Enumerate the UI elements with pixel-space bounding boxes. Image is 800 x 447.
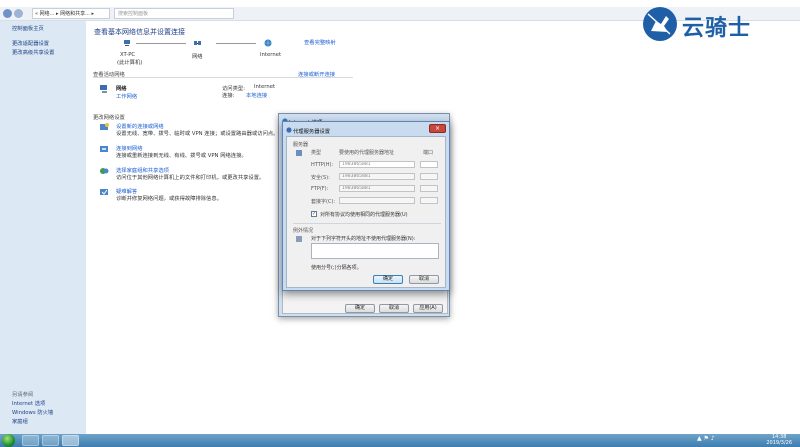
sidebar: 控制面板主页 更改适配器设置 更改高级共享设置 另请参阅 Internet 选项… [0,21,86,434]
internet-apply-button[interactable]: 应用(A) [413,304,443,313]
tray-volume-icon[interactable]: ♪ [711,435,715,442]
change-settings-heading: 更改网络设置 [93,115,125,121]
access-type-value: Internet [254,84,276,90]
col-port-header: 端口 [423,150,434,156]
local-connection-link[interactable]: 本地连接 [246,91,267,99]
proxy-icon [286,127,292,133]
socks-label: 套接字(C): [311,199,336,205]
divider [93,77,353,78]
taskbar-browser-icon[interactable] [42,435,59,446]
servers-group-label: 服务器 [293,142,309,148]
start-button[interactable] [2,434,15,447]
task-connect-network-desc: 连接或重新连接到无线、有线、拨号或 VPN 网络连接。 [116,153,247,159]
homegroup-icon [100,168,109,174]
connect-network-icon [100,146,108,152]
exceptions-group-label: 例外情况 [293,228,314,234]
map-line [136,43,186,44]
ftp-address-input[interactable]: 1983865881 [339,185,415,192]
proxy-cancel-button[interactable]: 取消 [409,275,439,284]
sidebar-item-homegroup[interactable]: 家庭组 [12,417,28,425]
back-icon[interactable] [3,9,12,18]
map-internet-label: Internet [260,52,282,58]
internet-cancel-button[interactable]: 取消 [379,304,409,313]
same-proxy-label: 对所有协议均使用相同的代理服务器(U) [320,212,408,218]
ftp-port-input[interactable] [420,185,438,192]
proxy-settings-dialog: 代理服务器设置 × 服务器 类型 要使用的代理服务器地址 端口 HTTP(H):… [282,121,450,291]
col-type-header: 类型 [311,150,322,156]
sidebar-item-windows-firewall[interactable]: Windows 防火墙 [12,408,53,416]
proxy-ok-button[interactable]: 确定 [373,275,403,284]
internet-ok-button[interactable]: 确定 [345,304,375,313]
connections-label: 连接: [222,93,235,99]
exceptions-icon [296,236,302,242]
sidebar-item-adapter-settings[interactable]: 更改适配器设置 [12,39,49,47]
map-line [216,43,256,44]
active-network-name: 网络 [116,86,127,92]
close-button[interactable]: × [429,124,446,133]
forward-icon[interactable] [14,9,23,18]
sidebar-item-internet-options[interactable]: Internet 选项 [12,399,45,407]
http-port-input[interactable] [420,161,438,168]
troubleshoot-icon [100,189,108,195]
see-also-heading: 另请参阅 [12,392,34,398]
task-setup-connection-desc: 设置无线、宽带、拨号、临时或 VPN 连接；或设置路由器或访问点。 [116,131,279,137]
knight-logo-icon [643,7,677,41]
clock-date: 2019/3/26 [766,440,792,446]
http-address-input[interactable]: 1983865881 [339,161,415,168]
task-troubleshoot-desc: 诊断并修复网络问题，或获得故障排除信息。 [116,196,222,202]
work-network-icon [100,85,107,93]
network-type-link[interactable]: 工作网络 [116,92,137,100]
sidebar-item-control-panel-home[interactable]: 控制面板主页 [12,24,44,32]
computer-icon [124,40,130,46]
proxy-dialog-body: 服务器 类型 要使用的代理服务器地址 端口 HTTP(H): 198386588… [286,136,446,288]
exceptions-textarea[interactable] [311,243,439,259]
system-tray: ▲ ⚑ ♪ [697,435,715,442]
sidebar-item-advanced-sharing[interactable]: 更改高级共享设置 [12,48,54,56]
watermark-logo: 云骑士 [640,4,790,44]
tray-flag-icon[interactable]: ⚑ [704,435,709,442]
clock[interactable]: 14:38 2019/3/26 [766,434,792,446]
globe-icon [264,39,272,47]
page-title: 查看基本网络信息并设置连接 [94,28,185,36]
same-proxy-checkbox[interactable]: ✓ [311,211,317,217]
socks-port-input[interactable] [420,197,438,204]
taskbar: ▲ ⚑ ♪ 14:38 2019/3/26 [0,434,800,447]
tray-network-icon[interactable]: ▲ [697,435,702,442]
map-network-label: 网络 [192,54,203,60]
desktop-screen: « 网络... ▸ 网络和共享... ▸ 搜索控制面板 控制面板主页 更改适配器… [0,0,800,447]
watermark-text: 云骑士 [682,16,752,41]
ftp-label: FTP(F): [311,186,329,192]
secure-address-input[interactable]: 1983865881 [339,173,415,180]
semicolon-hint: 使用分号(;)分隔各项。 [311,265,362,271]
task-homegroup-desc: 访问位于其他网络计算机上的文件和打印机，或更改共享设置。 [116,175,265,181]
secure-port-input[interactable] [420,173,438,180]
map-pc-sub: (此计算机) [117,60,143,66]
search-input[interactable]: 搜索控制面板 [114,8,234,19]
proxy-dialog-title: 代理服务器设置 [293,129,331,135]
http-label: HTTP(H): [311,162,334,168]
exceptions-label: 对于下列字符开头的地址不使用代理服务器(N): [311,236,416,242]
taskbar-control-panel-icon[interactable] [62,435,79,446]
divider [293,223,441,224]
breadcrumb[interactable]: « 网络... ▸ 网络和共享... ▸ [32,8,110,19]
taskbar-explorer-icon[interactable] [22,435,39,446]
network-icon [194,41,201,45]
new-connection-icon [100,123,109,130]
view-full-map-link[interactable]: 查看完整映射 [304,38,336,46]
server-icon [296,150,302,156]
col-address-header: 要使用的代理服务器地址 [339,150,395,156]
secure-label: 安全(S): [311,175,330,181]
socks-address-input[interactable] [339,197,415,204]
